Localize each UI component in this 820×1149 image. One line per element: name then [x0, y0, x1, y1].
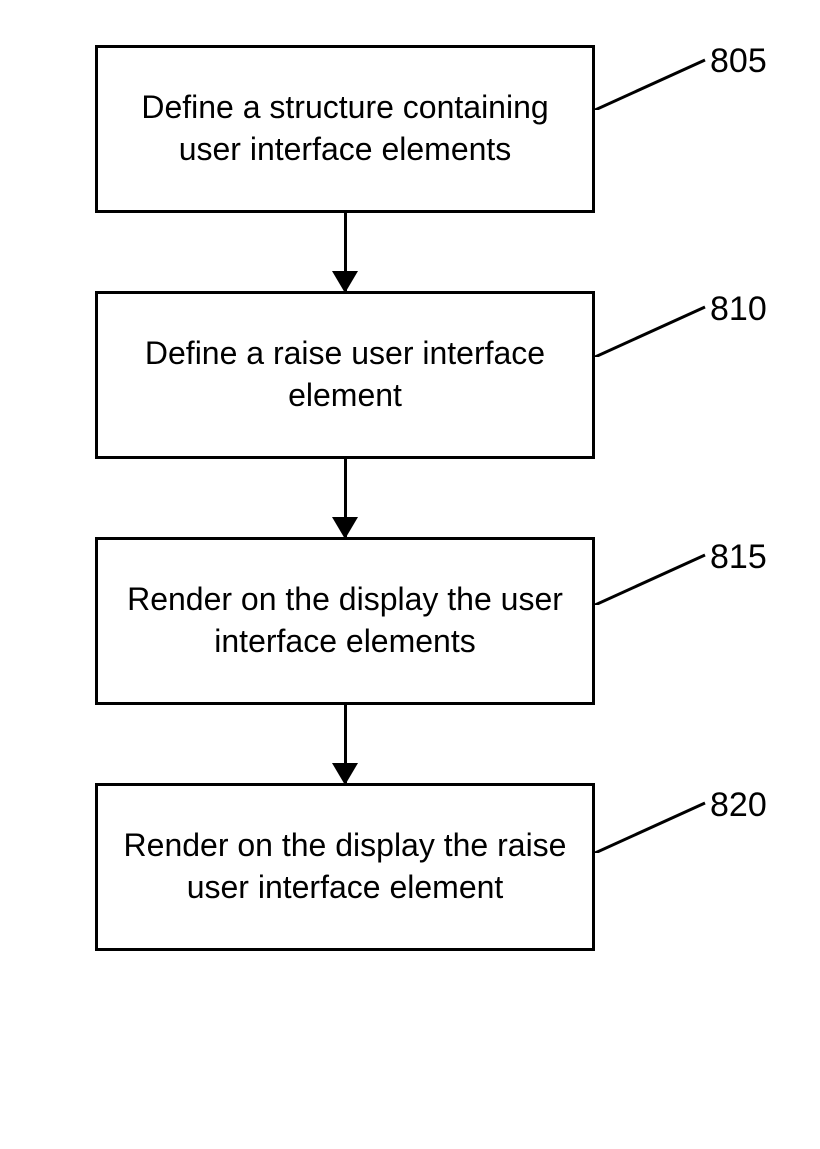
flowchart-step-3: Render on the display the user interface…	[95, 537, 595, 705]
flowchart-step-2: Define a raise user interface element	[95, 291, 595, 459]
callout-line-icon	[595, 798, 715, 853]
callout-line-icon	[595, 550, 715, 605]
step-text: Define a raise user interface element	[118, 333, 572, 416]
step-text: Render on the display the user interface…	[118, 579, 572, 662]
step-label: 815	[710, 538, 767, 577]
flowchart-step-4: Render on the display the raise user int…	[95, 783, 595, 951]
flowchart-step-1: Define a structure containing user inter…	[95, 45, 595, 213]
step-label: 805	[710, 42, 767, 81]
arrow-down-icon	[344, 213, 347, 291]
callout-line-icon	[595, 55, 715, 110]
flowchart-container: Define a structure containing user inter…	[95, 45, 595, 951]
step-text: Render on the display the raise user int…	[118, 825, 572, 908]
step-label: 810	[710, 290, 767, 329]
arrow-down-icon	[344, 705, 347, 783]
step-label: 820	[710, 786, 767, 825]
callout-line-icon	[595, 302, 715, 357]
step-text: Define a structure containing user inter…	[118, 87, 572, 170]
arrow-down-icon	[344, 459, 347, 537]
